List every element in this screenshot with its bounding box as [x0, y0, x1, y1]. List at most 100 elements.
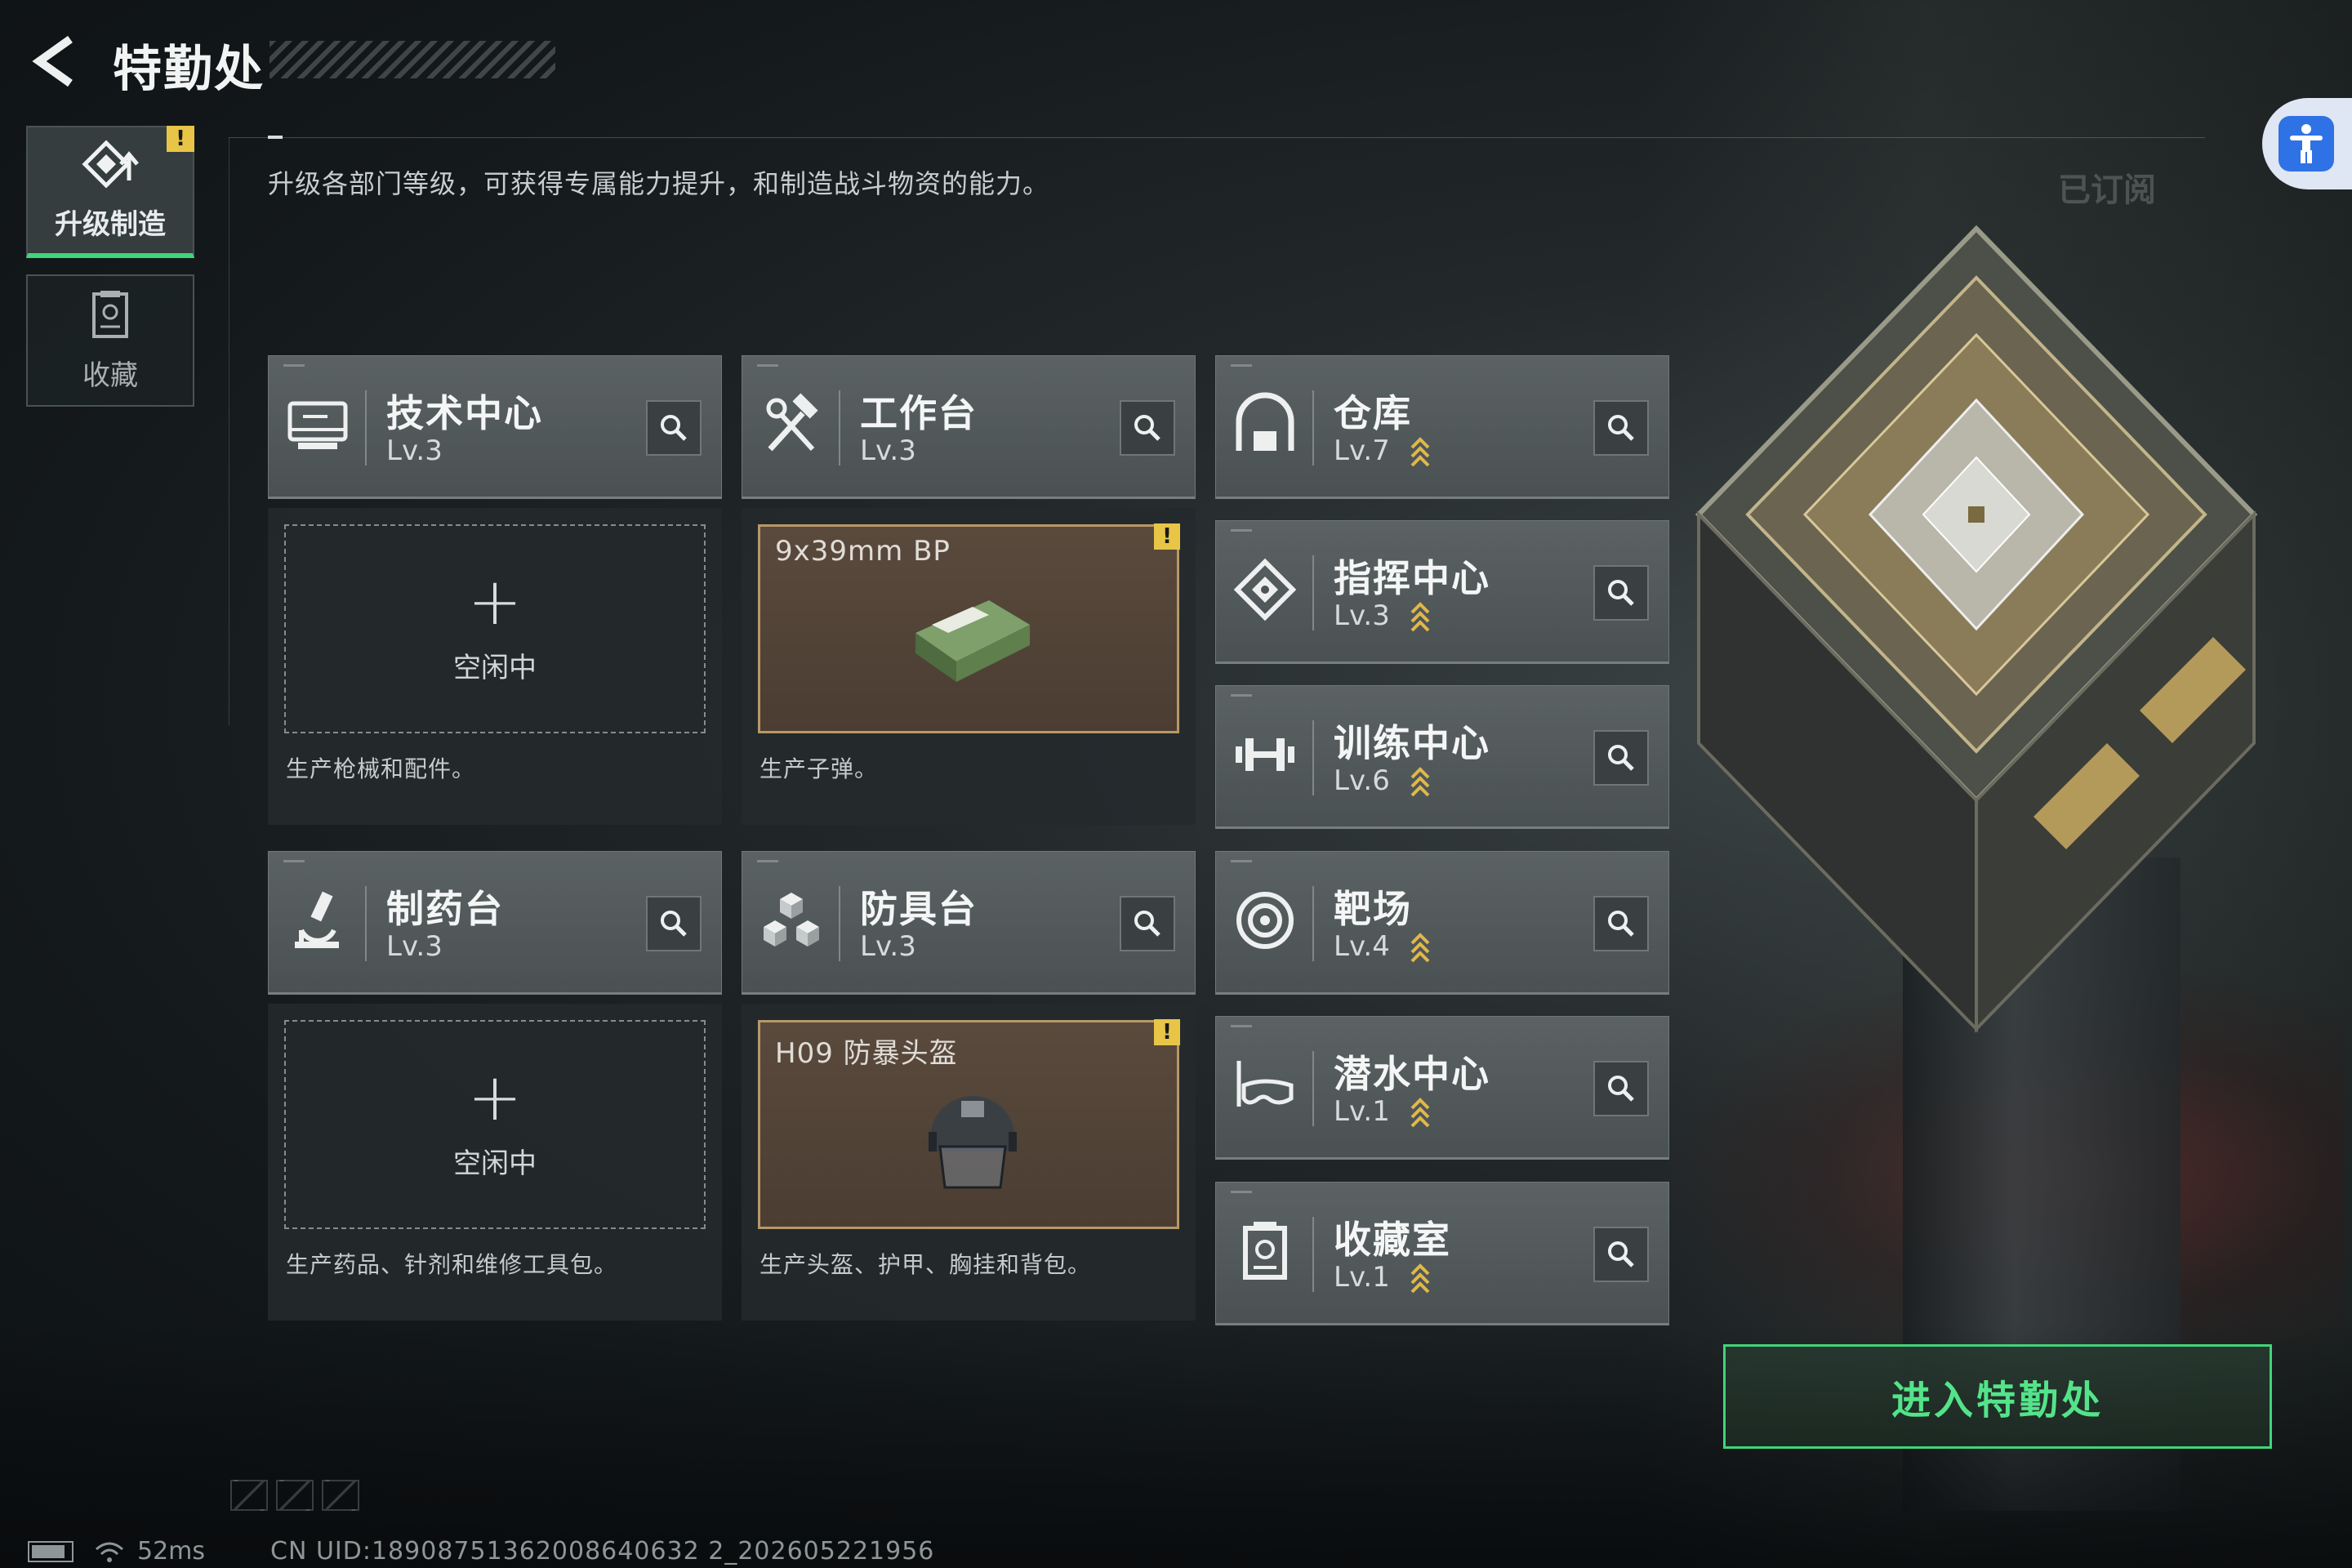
card-tech-center[interactable]: 技术中心 Lv.3 — [268, 355, 722, 499]
card-collection-room[interactable]: 收藏室 Lv.1 — [1215, 1182, 1669, 1325]
search-icon — [661, 911, 687, 937]
card-training-center[interactable]: 训练中心 Lv.6 — [1215, 685, 1669, 829]
upgrade-available-icon — [1410, 1098, 1430, 1128]
search-button[interactable] — [1593, 565, 1649, 621]
warning-badge: ! — [1154, 1019, 1180, 1045]
search-icon — [1134, 415, 1160, 441]
facility-name: 制药台 — [386, 887, 504, 931]
search-button[interactable] — [1120, 400, 1175, 456]
item-name: H09 防暴头盔 — [775, 1037, 958, 1070]
facility-name: 训练中心 — [1334, 721, 1490, 765]
facility-name: 仓库 — [1334, 391, 1412, 435]
facility-level: Lv.1 — [1334, 1261, 1390, 1294]
facility-level: Lv.3 — [860, 930, 916, 963]
diving-mask-icon — [1236, 1061, 1294, 1107]
production-slot-item[interactable]: H09 防暴头盔 ! — [758, 1019, 1180, 1229]
sidebar-tab-label: 收藏 — [82, 359, 138, 392]
computer-icon — [287, 401, 348, 449]
target-icon — [1236, 892, 1294, 949]
warning-badge: ! — [167, 126, 194, 152]
header-stripe-decoration — [270, 41, 555, 78]
upgrade-icon — [82, 139, 139, 189]
facility-name: 收藏室 — [1334, 1218, 1451, 1262]
search-button[interactable] — [1593, 896, 1649, 951]
search-button[interactable] — [1593, 1227, 1649, 1282]
search-button[interactable] — [1593, 400, 1649, 456]
card-diving-center[interactable]: 潜水中心 Lv.1 — [1215, 1016, 1669, 1160]
search-icon — [1608, 745, 1634, 771]
facility-name: 指挥中心 — [1334, 556, 1490, 600]
card-warehouse[interactable]: 仓库 Lv.7 — [1215, 355, 1669, 499]
search-button[interactable] — [1593, 730, 1649, 786]
facility-level: Lv.4 — [1334, 930, 1390, 963]
plus-icon: + — [467, 563, 523, 639]
facility-name: 靶场 — [1334, 887, 1412, 931]
microscope-icon — [295, 891, 339, 948]
slot-status: 空闲中 — [453, 1147, 537, 1180]
user-uid: CN UID:18908751362008640632 2_2026052219… — [270, 1537, 935, 1566]
production-slot-item[interactable]: 9x39mm BP ! — [758, 523, 1180, 733]
search-icon — [661, 415, 687, 441]
upgrade-available-icon — [1410, 437, 1430, 467]
search-button[interactable] — [646, 896, 702, 951]
production-slot-empty[interactable]: + 空闲中 — [284, 524, 706, 733]
status-bar: 52ms CN UID:18908751362008640632 2_20260… — [28, 1537, 934, 1566]
accessibility-button[interactable] — [2262, 98, 2352, 189]
search-button[interactable] — [1120, 896, 1175, 951]
upgrade-available-icon — [1410, 767, 1430, 797]
facility-level: Lv.1 — [1334, 1095, 1390, 1128]
dumbbell-icon — [1236, 738, 1294, 771]
search-icon — [1608, 580, 1634, 606]
ammo-box-icon — [915, 600, 1030, 682]
collection-icon — [92, 290, 128, 338]
facility-level: Lv.7 — [1334, 434, 1390, 467]
card-workbench[interactable]: 工作台 Lv.3 — [742, 355, 1196, 499]
production-panel-tech-center: + 空闲中 生产枪械和配件。 — [268, 508, 722, 825]
wifi-icon — [96, 1542, 123, 1562]
facility-name: 防具台 — [860, 887, 978, 931]
command-icon — [1233, 558, 1297, 621]
search-icon — [1608, 415, 1634, 441]
card-command-center[interactable]: 指挥中心 Lv.3 — [1215, 520, 1669, 664]
slot-status: 空闲中 — [453, 651, 537, 684]
enter-special-ops-button[interactable]: 进入特勤处 — [1723, 1344, 2272, 1449]
search-icon — [1608, 1241, 1634, 1267]
facility-level: Lv.3 — [860, 434, 916, 467]
search-button[interactable] — [1593, 1061, 1649, 1116]
card-pharmacy[interactable]: 制药台 Lv.3 — [268, 851, 722, 995]
plus-icon: + — [467, 1058, 523, 1135]
helmet-icon — [929, 1096, 1017, 1189]
sidebar-tab-label: 升级制造 — [55, 207, 166, 241]
armor-blocks-icon — [764, 893, 819, 947]
upgrade-available-icon — [1410, 1263, 1430, 1294]
item-name: 9x39mm BP — [775, 535, 951, 568]
facility-level: Lv.3 — [1334, 599, 1390, 632]
search-icon — [1134, 911, 1160, 937]
warehouse-icon — [1236, 392, 1294, 451]
card-armor-bench[interactable]: 防具台 Lv.3 — [742, 851, 1196, 995]
trophy-icon — [1243, 1222, 1287, 1280]
back-button[interactable] — [28, 33, 85, 90]
facility-name: 技术中心 — [386, 391, 543, 435]
enter-button-label: 进入特勤处 — [1891, 1378, 2104, 1423]
facility-name: 潜水中心 — [1334, 1052, 1490, 1096]
divider-line — [229, 137, 2205, 138]
production-description: 生产头盔、护甲、胸挂和背包。 — [760, 1251, 1092, 1278]
divider-dash — [268, 136, 283, 139]
production-description: 生产枪械和配件。 — [286, 755, 476, 782]
card-shooting-range[interactable]: 靶场 Lv.4 — [1215, 851, 1669, 995]
search-icon — [1608, 911, 1634, 937]
production-slot-empty[interactable]: + 空闲中 — [284, 1020, 706, 1229]
sidebar-tab-upgrade-craft[interactable]: ! 升级制造 — [26, 126, 194, 258]
search-button[interactable] — [646, 400, 702, 456]
production-description: 生产子弹。 — [760, 755, 879, 782]
page-description: 升级各部门等级，可获得专属能力提升，和制造战斗物资的能力。 — [268, 168, 1050, 199]
facility-level: Lv.6 — [1334, 764, 1390, 797]
facility-name: 工作台 — [860, 391, 978, 435]
warning-badge: ! — [1154, 523, 1180, 550]
decorative-boxes — [230, 1480, 359, 1511]
sidebar-tab-collection[interactable]: 收藏 — [26, 274, 194, 407]
production-panel-pharmacy: + 空闲中 生产药品、针剂和维修工具包。 — [268, 1004, 722, 1321]
page-title: 特勤处 — [113, 41, 265, 98]
latency-value: 52ms — [137, 1537, 206, 1566]
